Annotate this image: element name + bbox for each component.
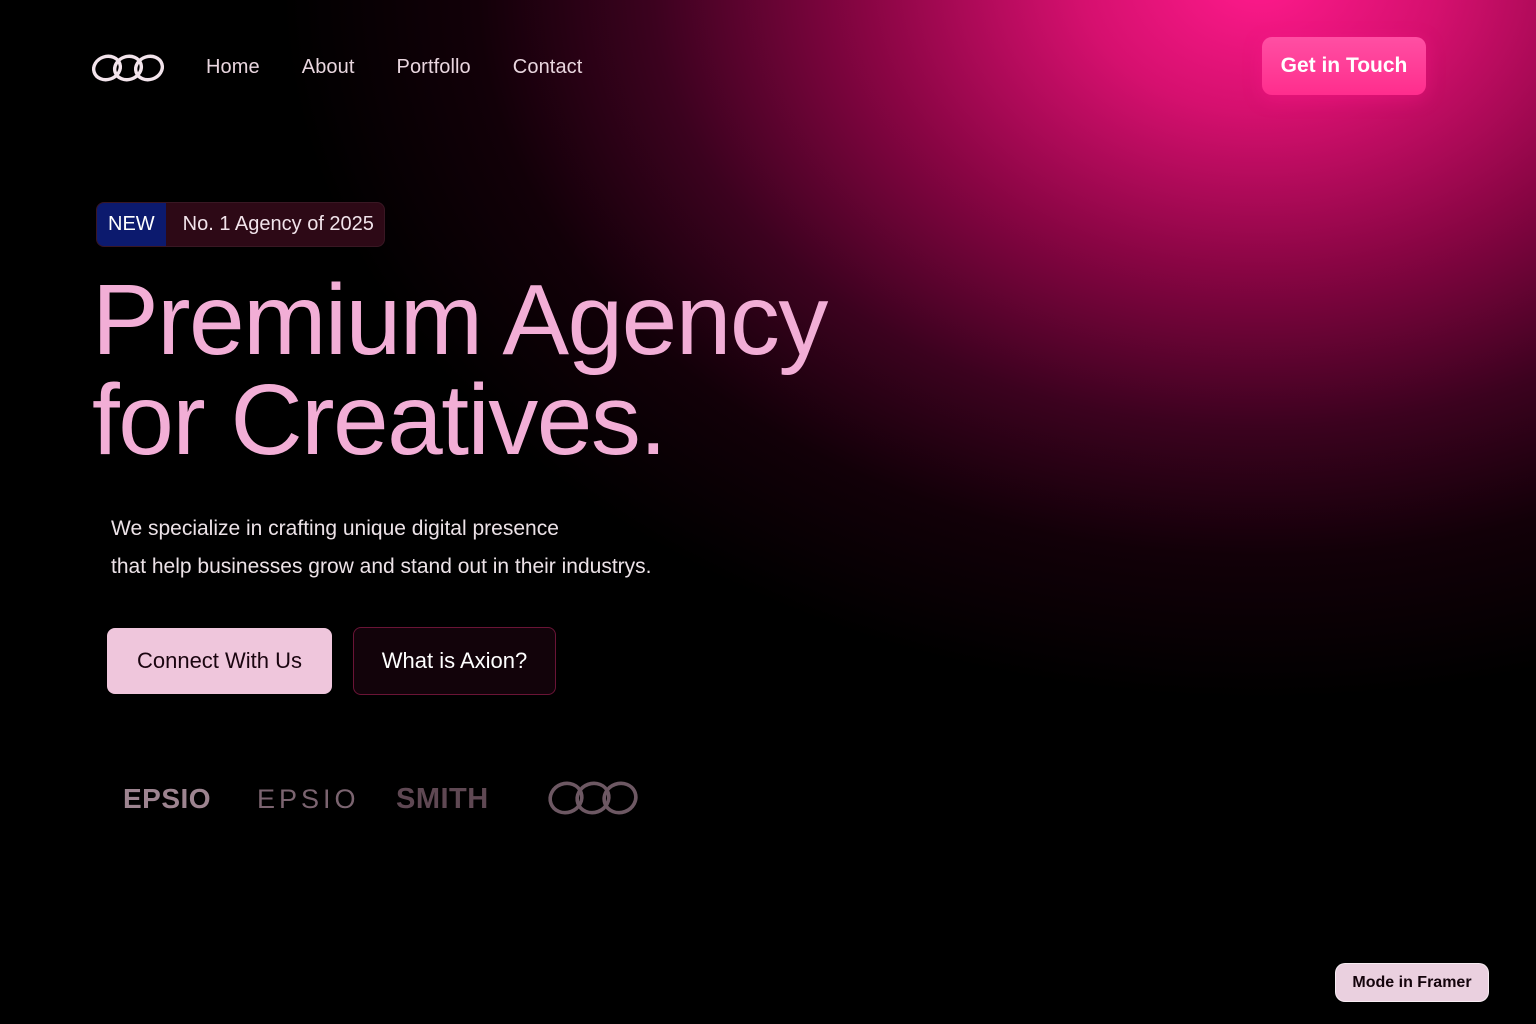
nav-contact-link[interactable]: Contact <box>513 54 583 80</box>
client-logo-rings-icon <box>548 781 638 815</box>
hero-title-line-2: for Creatives. <box>92 364 667 476</box>
client-logo-epsio-light: EPSIO <box>257 784 360 814</box>
client-logo-smith: SMITH <box>396 783 489 815</box>
badge-text: No. 1 Agency of 2025 <box>182 213 374 235</box>
main-nav: Home About Portfollo Contact <box>206 54 624 80</box>
nav-portfolio-link[interactable]: Portfollo <box>397 54 471 80</box>
get-in-touch-button[interactable]: Get in Touch <box>1262 37 1426 95</box>
brand-logo-icon[interactable] <box>90 52 166 84</box>
what-is-axion-button[interactable]: What is Axion? <box>353 627 556 695</box>
hero-description-line-2: that help businesses grow and stand out … <box>111 555 652 578</box>
hero-title-line-1: Premium Agency <box>92 264 828 376</box>
nav-about-link[interactable]: About <box>302 54 355 80</box>
client-logo-epsio-bold: EPSIO <box>123 783 212 814</box>
announcement-badge: NEW No. 1 Agency of 2025 <box>96 202 385 247</box>
connect-with-us-button[interactable]: Connect With Us <box>107 628 332 694</box>
hero-description-line-1: We specialize in crafting unique digital… <box>111 517 559 540</box>
nav-home-link[interactable]: Home <box>206 54 260 80</box>
made-in-framer-badge[interactable]: Mode in Framer <box>1335 963 1489 1002</box>
hero-description: We specialize in crafting unique digital… <box>111 510 651 586</box>
new-tag: NEW <box>97 203 166 246</box>
landing-page: Home About Portfollo Contact Get in Touc… <box>0 0 1536 1024</box>
hero-title: Premium Agency for Creatives. <box>92 264 828 476</box>
